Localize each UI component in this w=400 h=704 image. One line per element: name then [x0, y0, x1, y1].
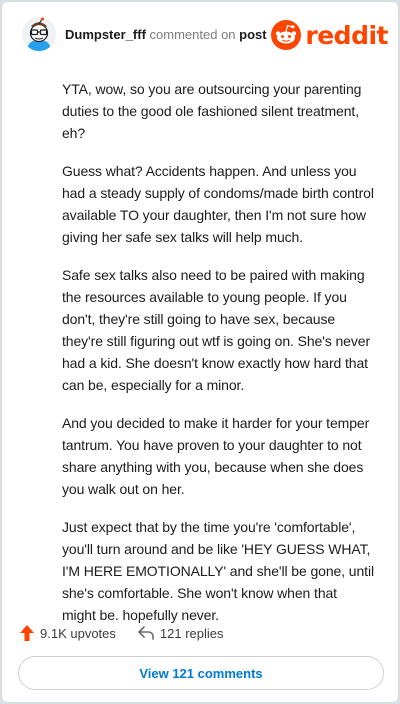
- snoo-icon: [271, 20, 302, 50]
- avatar[interactable]: [22, 17, 56, 51]
- comment-card: Dumpster_fff commented on post reddit YT…: [1, 1, 399, 703]
- comment-header: Dumpster_fff commented on post reddit: [22, 17, 388, 55]
- post-link[interactable]: post: [239, 27, 266, 42]
- byline-action: commented on: [149, 27, 236, 42]
- comment-paragraph: Guess what? Accidents happen. And unless…: [62, 163, 374, 245]
- comment-paragraph: Safe sex talks also need to be paired wi…: [62, 267, 371, 393]
- reddit-logo[interactable]: reddit: [271, 19, 388, 51]
- reply-arrow-icon: [138, 626, 154, 640]
- comment-body: YTA, wow, so you are outsourcing your pa…: [62, 78, 374, 642]
- upvote-count: 9.1K upvotes: [40, 625, 116, 641]
- replies-button[interactable]: 121 replies: [138, 626, 224, 641]
- comment-byline: Dumpster_fff commented on post: [65, 27, 267, 42]
- replies-count: 121 replies: [159, 625, 224, 641]
- comment-footer: 9.1K upvotes 121 replies: [20, 622, 246, 644]
- upvote-button[interactable]: 9.1K upvotes: [20, 625, 116, 641]
- username-link[interactable]: Dumpster_fff: [65, 27, 146, 42]
- comment-paragraph: Just expect that by the time you're 'com…: [62, 519, 374, 623]
- comment-paragraph: YTA, wow, so you are outsourcing your pa…: [62, 81, 362, 141]
- logo-wordmark: reddit: [305, 20, 388, 50]
- view-comments-button[interactable]: View 121 comments: [18, 656, 384, 690]
- upvote-arrow-icon: [20, 625, 34, 641]
- comment-paragraph: And you decided to make it harder for yo…: [62, 415, 370, 497]
